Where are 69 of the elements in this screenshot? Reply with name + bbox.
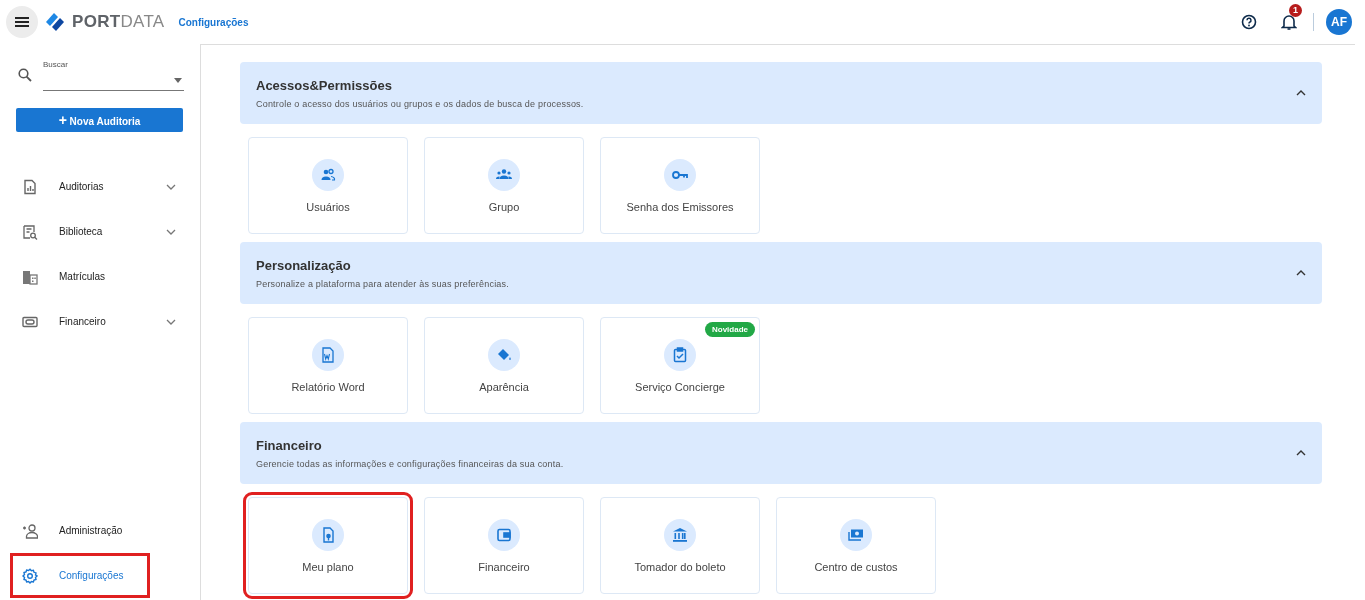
settings-card[interactable]: Tomador do boleto [600,497,760,594]
chevron-down-icon [166,183,176,190]
sidebar-item[interactable]: Administração [0,508,200,553]
settings-card[interactable]: Senha dos Emissores [600,137,760,234]
settings-card[interactable]: Relatório Word [248,317,408,414]
section-description: Controle o acesso dos usuários ou grupos e os dados de busca de processos. [256,98,585,109]
user-avatar[interactable]: AF [1326,9,1352,35]
wallet-icon [488,518,520,551]
user-add-icon [22,522,38,539]
new-badge: Novidade [705,322,755,337]
cash-icon [840,518,872,551]
menu-icon [15,16,29,28]
bank-icon [664,518,696,551]
settings-card[interactable]: Aparência [424,317,584,414]
word-document-icon [312,338,344,371]
breadcrumb[interactable]: Configurações [178,16,249,28]
chevron-down-icon [166,318,176,325]
card-label: Senha dos Emissores [626,200,734,213]
card-label: Aparência [479,380,529,393]
section-description: Gerencie todas as informações e configurações financeiras da sua conta. [256,458,565,469]
card-label: Centro de custos [814,560,898,573]
notification-badge: 1 [1289,4,1302,17]
card-label: Grupo [488,200,520,213]
logo-icon [44,12,66,32]
sidebar-item[interactable]: Biblioteca [0,209,200,254]
settings-card[interactable]: Financeiro [424,497,584,594]
menu-button[interactable] [6,6,38,38]
sidebar-item[interactable]: Auditorias [0,164,200,209]
building-icon [22,268,38,285]
chevron-up-icon[interactable] [1296,270,1306,276]
search-icon [18,67,32,82]
help-icon[interactable] [1241,14,1257,30]
card-label: Tomador do boleto [634,560,726,573]
section-title: Financeiro [256,437,323,453]
settings-card[interactable]: Usuários [248,137,408,234]
section-header[interactable]: Financeiro Gerencie todas as informações e configurações financeiras da sua conta. [240,422,1322,484]
card-label: Financeiro [478,560,530,573]
document-icon [312,518,344,551]
chevron-down-icon [166,228,176,235]
new-audit-button[interactable]: + Nova Auditoria [16,108,183,132]
card-label: Meu plano [302,560,354,573]
group-icon [488,158,520,191]
users-icon [312,158,344,191]
search-field[interactable]: Buscar [43,58,184,91]
card-label: Relatório Word [291,380,365,393]
report-icon [22,178,38,195]
sidebar-item[interactable]: Matrículas [0,254,200,299]
brand-logo: PORTDATA [72,12,165,32]
settings-card[interactable]: Centro de custos [776,497,936,594]
section-header[interactable]: Acessos&Permissões Controle o acesso dos usuários ou grupos e os dados de busca de processos. [240,62,1322,124]
document-search-icon [22,223,38,240]
section-header[interactable]: Personalização Personalize a plataforma para atender às suas preferências. [240,242,1322,304]
settings-card[interactable]: Grupo [424,137,584,234]
paint-bucket-icon [488,338,520,371]
dropdown-caret-icon[interactable] [174,78,182,83]
card-label: Serviço Concierge [635,380,725,393]
chevron-up-icon[interactable] [1296,450,1306,456]
clipboard-check-icon [664,338,696,371]
sidebar-item[interactable]: Financeiro [0,299,200,344]
section-description: Personalize a plataforma para atender às suas preferências. [256,278,510,289]
settings-card[interactable]: Novidade Serviço Concierge [600,317,760,414]
settings-icon [22,567,38,584]
bell-icon[interactable] [1281,13,1297,31]
chevron-up-icon[interactable] [1296,90,1306,96]
card-label: Usuários [306,200,350,213]
section-title: Personalização [256,257,352,273]
sidebar-item[interactable]: Configurações [10,553,150,598]
key-icon [664,158,696,191]
section-title: Acessos&Permissões [256,77,393,93]
